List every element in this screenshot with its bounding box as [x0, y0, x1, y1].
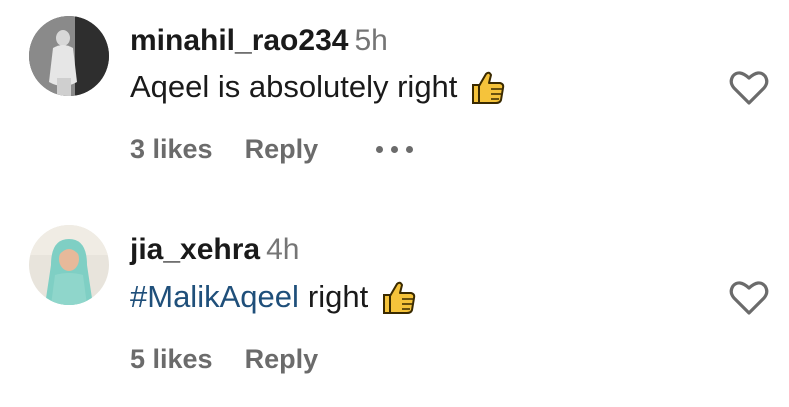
heart-outline-icon[interactable] [728, 277, 770, 317]
comment-text: Aqeel is absolutely right [130, 67, 507, 107]
avatar[interactable] [29, 16, 109, 96]
comment-actions: 3 likes Reply [130, 132, 414, 166]
reply-button[interactable]: Reply [245, 342, 319, 376]
likes-count[interactable]: 3 likes [130, 132, 213, 166]
comment-header: minahil_rao234 5h [130, 23, 388, 59]
comment-header: jia_xehra 4h [130, 232, 299, 268]
comment-body: right [307, 279, 369, 314]
likes-count[interactable]: 5 likes [130, 342, 213, 376]
comment-actions: 5 likes Reply [130, 342, 376, 376]
timestamp[interactable]: 5h [354, 24, 387, 57]
timestamp[interactable]: 4h [266, 233, 299, 266]
thumbs-up-icon [378, 277, 418, 317]
avatar[interactable] [29, 225, 109, 305]
comments-list: minahil_rao234 5h Aqeel is absolutely rig… [0, 0, 789, 407]
reply-button[interactable]: Reply [245, 132, 319, 166]
comment-body: Aqeel is absolutely right [130, 69, 458, 104]
username-link[interactable]: minahil_rao234 [130, 24, 348, 57]
comment-item: jia_xehra 4h #MalikAqeel right 5 likes Re… [0, 211, 789, 401]
thumbs-up-icon [467, 67, 507, 107]
heart-outline-icon[interactable] [728, 67, 770, 107]
username-link[interactable]: jia_xehra [130, 233, 260, 266]
comment-text: #MalikAqeel right [130, 277, 418, 317]
hashtag-link[interactable]: #MalikAqeel [130, 277, 299, 317]
comment-item: minahil_rao234 5h Aqeel is absolutely rig… [0, 0, 789, 190]
more-horizontal-icon[interactable] [376, 132, 414, 166]
